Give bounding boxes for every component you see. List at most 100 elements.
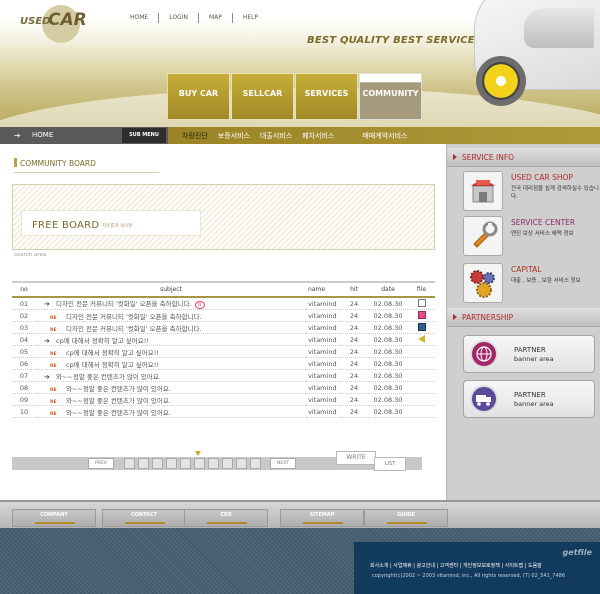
subject-link[interactable]: cp에 대해서 정확히 알고 싶어요!! <box>56 337 149 345</box>
footer-text-links[interactable]: 회사소개 | 사업제휴 | 광고안내 | 고객센터 | 개인정보보호정책 | 사… <box>370 562 542 569</box>
subject-link[interactable]: 와~~정말 좋은 컨텐츠가 많이 있어요. <box>66 409 171 417</box>
table-row[interactable]: 06 RE cp에 대해서 정확히 알고 싶어요!! vitamind 24 02.08.… <box>12 357 435 370</box>
file-attachment-icon[interactable] <box>417 311 426 319</box>
cell-subject[interactable]: RE 디자인 전문 커뮤니티 '컷화일' 오픈을 축하합니다. <box>36 309 306 322</box>
sidebar-item-service-center[interactable]: SERVICE CENTER 엔진 보상 서비스 혜택 정보 <box>463 216 595 256</box>
cell-hit: 24 <box>340 369 368 382</box>
table-row[interactable]: 03 RE 디자인 전문 커뮤니티 '컷화일' 오픈을 축하합니다. vitamind… <box>12 321 435 334</box>
top-link-home[interactable]: HOME <box>120 13 158 23</box>
main-nav: BUY CAR SELLCAR SERVICES COMMUNITY <box>167 73 423 120</box>
footer-link-ceo[interactable]: CEO <box>184 509 268 527</box>
list-button[interactable]: LIST <box>374 457 406 471</box>
table-row[interactable]: 02 RE 디자인 전문 커뮤니티 '컷화일' 오픈을 축하합니다. vitamind… <box>12 309 435 322</box>
footer-link-company[interactable]: COMPANY <box>12 509 96 527</box>
main-content: COMMUNITY BOARD FREE BOARD 자유롭게 게시판 sear… <box>0 144 446 500</box>
subject-link[interactable]: 디자인 전문 커뮤니티 '컷화일' 오픈을 축하합니다. <box>56 300 192 308</box>
file-attachment-icon[interactable] <box>417 299 426 307</box>
free-board-title: FREE BOARD <box>32 220 100 231</box>
nav-tab-sellcar[interactable]: SELLCAR <box>231 73 294 120</box>
sidebar-item-capital[interactable]: CAPITAL 대출 , 보증 , 보험 서비스 정보 <box>463 263 595 303</box>
footer-link-underline <box>387 522 427 524</box>
cell-subject[interactable]: RE 와~~정말 좋은 컨텐츠가 많이 있어요. <box>36 381 306 394</box>
cell-subject[interactable]: RE 와~~정말 좋은 컨텐츠가 많이 있어요. <box>36 393 306 406</box>
sidebar: SERVICE INFO USED CAR SHOP 전국 대리점을 쉽게 검색… <box>446 144 600 500</box>
sidebar-item-used-car-shop[interactable]: USED CAR SHOP 전국 대리점을 쉽게 검색하실수 있습니다. <box>463 171 599 211</box>
table-row[interactable]: 09 RE 와~~정말 좋은 컨텐츠가 많이 있어요. vitamind 24 02.08… <box>12 393 435 406</box>
page-number[interactable] <box>138 458 149 469</box>
cell-file <box>408 369 435 382</box>
cell-no: 09 <box>12 393 36 406</box>
subject-link[interactable]: 와~~정말 좋은 컨텐츠가 많이 있어요. <box>66 385 171 393</box>
cell-hit: 24 <box>340 405 368 418</box>
cell-name: vitamind <box>306 321 340 334</box>
table-row[interactable]: 01 ➔ 디자인 전문 커뮤니티 '컷화일' 오픈을 축하합니다. Nvitamind… <box>12 297 435 310</box>
cell-hit: 24 <box>340 309 368 322</box>
nav-tab-buy-car[interactable]: BUY CAR <box>167 73 230 120</box>
cell-subject[interactable]: RE 디자인 전문 커뮤니티 '컷화일' 오픈을 축하합니다. <box>36 321 306 334</box>
subject-link[interactable]: 와~~정말 좋은 컨텐츠가 많이 있어요. <box>66 397 171 405</box>
search-area[interactable]: search area <box>14 252 46 258</box>
prev-button[interactable]: PREV <box>88 458 114 469</box>
footer-link-contact[interactable]: CONTACT <box>102 509 186 527</box>
top-link-login[interactable]: LOGIN <box>158 13 198 23</box>
top-link-map[interactable]: MAP <box>197 13 232 23</box>
table-row[interactable]: 07 ➔ 와~~정말 좋은 컨텐츠가 많이 있어요. vitamind 24 02.08.… <box>12 369 435 382</box>
cell-name: vitamind <box>306 369 340 382</box>
table-row[interactable]: 05 RE cp에 대해서 정확히 알고 싶어요!! vitamind 24 02.08.… <box>12 345 435 358</box>
cell-no: 05 <box>12 345 36 358</box>
marker-icon <box>453 314 457 320</box>
copyright-text: copyright(c)2002 ~ 2003 vitamind, inc., … <box>372 573 566 579</box>
sidebar-item-desc: 엔진 보상 서비스 혜택 정보 <box>511 231 574 237</box>
cell-subject[interactable]: ➔ 디자인 전문 커뮤니티 '컷화일' 오픈을 축하합니다. N <box>36 297 306 310</box>
sub-menu-item-warranty[interactable]: 보증서비스 <box>218 131 250 141</box>
sub-menu-item-diagnosis[interactable]: 차량진단 <box>182 131 208 141</box>
cell-hit: 24 <box>340 381 368 394</box>
subject-link[interactable]: 디자인 전문 커뮤니티 '컷화일' 오픈을 축하합니다. <box>66 313 202 321</box>
footer-link-sitemap[interactable]: SITEMAP <box>280 509 364 527</box>
nav-tab-community[interactable]: COMMUNITY <box>359 73 422 120</box>
footer-link-guide[interactable]: GUIDE <box>364 509 448 527</box>
subject-link[interactable]: 와~~정말 좋은 컨텐츠가 많이 있어요. <box>56 373 161 381</box>
page-number[interactable] <box>152 458 163 469</box>
footer-link-underline <box>35 522 75 524</box>
page-number[interactable] <box>180 458 191 469</box>
cell-hit: 24 <box>340 297 368 310</box>
page-number[interactable] <box>194 458 205 469</box>
cell-name: vitamind <box>306 405 340 418</box>
table-row[interactable]: 08 RE 와~~정말 좋은 컨텐츠가 많이 있어요. vitamind 24 02.08… <box>12 381 435 394</box>
page-number[interactable] <box>124 458 135 469</box>
sub-menu-item-loan[interactable]: 대출서비스 <box>260 131 292 141</box>
cell-subject[interactable]: RE cp에 대해서 정확히 알고 싶어요!! <box>36 357 306 370</box>
breadcrumb-home[interactable]: HOME <box>32 131 53 139</box>
subject-link[interactable]: cp에 대해서 정확히 알고 싶어요!! <box>66 361 159 369</box>
next-button[interactable]: NEXT <box>270 458 296 469</box>
partner-banner-2[interactable]: PARTNER banner area <box>463 380 595 418</box>
page-number[interactable] <box>166 458 177 469</box>
file-attachment-icon[interactable] <box>418 335 425 343</box>
sub-menu-item-contract[interactable]: 매매계약서비스 <box>362 131 407 141</box>
sub-menu: 차량진단 보증서비스 대출서비스 폐차서비스 매매계약서비스 <box>182 131 417 141</box>
page-number[interactable] <box>208 458 219 469</box>
table-row[interactable]: 04 ➔ cp에 대해서 정확히 알고 싶어요!! vitamind 24 02.08.3… <box>12 333 435 346</box>
service-info-title: SERVICE INFO <box>462 153 515 162</box>
sub-menu-item-scrap[interactable]: 폐차서비스 <box>302 131 334 141</box>
page-number[interactable] <box>250 458 261 469</box>
page-number[interactable] <box>222 458 233 469</box>
cell-no: 10 <box>12 405 36 418</box>
logo-used-text[interactable]: USED <box>20 16 50 27</box>
nav-tab-services[interactable]: SERVICES <box>295 73 358 120</box>
cell-subject[interactable]: RE 와~~정말 좋은 컨텐츠가 많이 있어요. <box>36 405 306 418</box>
cell-subject[interactable]: RE cp에 대해서 정확히 알고 싶어요!! <box>36 345 306 358</box>
write-button[interactable]: WRITE <box>336 451 376 465</box>
cell-subject[interactable]: ➔ 와~~정말 좋은 컨텐츠가 많이 있어요. <box>36 369 306 382</box>
table-row[interactable]: 10 RE 와~~정말 좋은 컨텐츠가 많이 있어요. vitamind 24 02.08… <box>12 405 435 418</box>
subject-link[interactable]: 디자인 전문 커뮤니티 '컷화일' 오픈을 축하합니다. <box>66 325 202 333</box>
file-attachment-icon[interactable] <box>417 323 426 331</box>
logo-car-text[interactable]: CAR <box>48 10 87 30</box>
top-link-help[interactable]: HELP <box>231 13 268 23</box>
subject-link[interactable]: cp에 대해서 정확히 알고 싶어요!! <box>66 349 159 357</box>
page-number[interactable] <box>236 458 247 469</box>
cell-subject[interactable]: ➔ cp에 대해서 정확히 알고 싶어요!! <box>36 333 306 346</box>
partner-banner-1[interactable]: PARTNER banner area <box>463 335 595 373</box>
footer-info-box: getfile 회사소개 | 사업제휴 | 광고안내 | 고객센터 | 개인정보… <box>354 542 600 594</box>
